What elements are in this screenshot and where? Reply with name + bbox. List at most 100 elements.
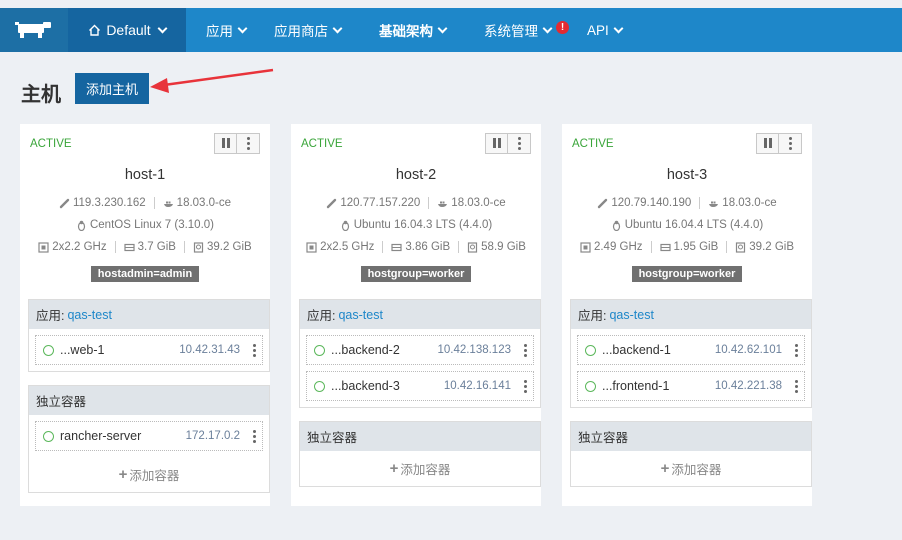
standalone-group-header: 独立容器 <box>300 422 540 451</box>
host-name[interactable]: host-2 <box>291 167 541 183</box>
host-menu-button[interactable] <box>508 133 531 154</box>
host-disk: 39.2 GiB <box>749 241 795 253</box>
container-menu-icon[interactable] <box>253 344 256 357</box>
container-status-icon <box>314 380 325 392</box>
linux-icon <box>77 220 86 231</box>
rancher-logo[interactable] <box>0 8 68 52</box>
container-menu-icon[interactable] <box>795 380 798 393</box>
chevron-down-icon <box>237 23 248 33</box>
stack-link[interactable]: qas-test <box>67 308 111 322</box>
add-container-button[interactable]: + 添加容器 <box>300 451 540 486</box>
docker-version: 18.03.0-ce <box>451 197 506 209</box>
host-cpu: 2x2.5 GHz <box>320 241 375 253</box>
container-menu-icon[interactable] <box>524 380 527 393</box>
stack-link[interactable]: qas-test <box>609 308 653 322</box>
pause-button[interactable] <box>485 133 508 154</box>
container-row[interactable]: ...backend-1 10.42.62.101 <box>577 335 805 365</box>
host-state: ACTIVE <box>30 138 72 150</box>
container-name: ...backend-2 <box>331 343 400 357</box>
host-menu-button[interactable] <box>779 133 802 154</box>
standalone-group-header: 独立容器 <box>29 386 269 415</box>
host-network-row: 119.3.230.162 18.03.0-ce <box>20 197 270 209</box>
container-row[interactable]: ...backend-3 10.42.16.141 <box>306 371 534 401</box>
page-title: 主机 <box>21 84 61 106</box>
container-status-icon <box>585 344 596 356</box>
memory-icon <box>124 243 135 251</box>
nav-item-label: 基础架构 <box>379 24 433 39</box>
alert-badge: ! <box>556 20 569 34</box>
host-state: ACTIVE <box>572 138 614 150</box>
add-container-button[interactable]: + 添加容器 <box>571 451 811 486</box>
container-menu-icon[interactable] <box>524 344 527 357</box>
container-status-icon <box>314 344 325 356</box>
host-name[interactable]: host-1 <box>20 167 270 183</box>
host-ip: 120.77.157.220 <box>340 197 421 209</box>
container-ip: 10.42.138.123 <box>437 344 511 356</box>
top-navigation: Default 应用 应用商店 基础架构 系统管理 ! API <box>0 8 902 52</box>
linux-icon <box>612 220 620 231</box>
host-label-tag: hostadmin=admin <box>90 266 200 282</box>
chevron-down-icon <box>542 23 553 33</box>
host-ram: 3.7 GiB <box>137 241 176 253</box>
nav-item-infrastructure[interactable]: 基础架构 <box>379 8 448 52</box>
host-ram: 3.86 GiB <box>405 241 451 253</box>
cpu-icon <box>38 241 49 253</box>
disk-icon <box>736 241 746 253</box>
container-row[interactable]: ...backend-2 10.42.138.123 <box>306 335 534 365</box>
host-resources-row: 2x2.5 GHz 3.86 GiB 58.9 GiB <box>291 241 541 253</box>
app-group-prefix: 应用: <box>36 309 65 323</box>
docker-icon <box>438 201 448 207</box>
plus-icon: + <box>118 466 128 483</box>
pause-button[interactable] <box>214 133 237 154</box>
nav-item-api[interactable]: API <box>587 8 624 52</box>
add-container-label: 添加容器 <box>129 469 180 483</box>
app-group-prefix: 应用: <box>578 309 607 323</box>
chevron-down-icon <box>332 23 343 33</box>
nav-item-apps[interactable]: 应用 <box>206 8 248 52</box>
add-container-button[interactable]: + 添加容器 <box>29 457 269 492</box>
docker-version: 18.03.0-ce <box>176 197 232 209</box>
host-actions <box>485 133 531 154</box>
standalone-group-header: 独立容器 <box>571 422 811 451</box>
home-icon <box>89 24 101 36</box>
nav-item-catalog[interactable]: 应用商店 <box>274 8 343 52</box>
disk-icon <box>468 241 478 253</box>
host-disk: 39.2 GiB <box>206 241 252 253</box>
host-menu-button[interactable] <box>237 133 260 154</box>
kebab-icon <box>517 137 521 150</box>
stack-link[interactable]: qas-test <box>338 308 382 322</box>
container-row[interactable]: ...web-1 10.42.31.43 <box>35 335 263 365</box>
environment-selector[interactable]: Default <box>68 8 186 52</box>
environment-name: Default <box>106 22 151 38</box>
app-group: 应用: qas-test ...web-1 10.42.31.43 <box>28 299 270 372</box>
nav-item-label: 应用商店 <box>274 24 328 39</box>
container-ip: 10.42.31.43 <box>179 344 240 356</box>
host-os: Ubuntu 16.04.3 LTS (4.4.0) <box>353 219 493 231</box>
host-cpu: 2x2.2 GHz <box>52 241 107 253</box>
pause-icon <box>492 137 502 151</box>
nav-item-admin[interactable]: 系统管理 ! <box>484 8 569 52</box>
link-icon <box>598 198 608 208</box>
app-group: 应用: qas-test ...backend-1 10.42.62.101 .… <box>570 299 812 408</box>
cpu-icon <box>580 241 591 253</box>
container-name: ...web-1 <box>60 343 105 357</box>
app-group-header: 应用: qas-test <box>29 300 269 329</box>
link-icon <box>59 198 70 208</box>
container-menu-icon[interactable] <box>795 344 798 357</box>
pause-button[interactable] <box>756 133 779 154</box>
standalone-group: 独立容器 rancher-server 172.17.0.2 + 添加容器 <box>28 385 270 493</box>
chevron-down-icon <box>157 23 168 33</box>
standalone-group: 独立容器 + 添加容器 <box>570 421 812 487</box>
container-menu-icon[interactable] <box>253 430 256 443</box>
host-resources-row: 2x2.2 GHz 3.7 GiB 39.2 GiB <box>20 241 270 253</box>
kebab-icon <box>788 137 792 150</box>
host-network-row: 120.77.157.220 18.03.0-ce <box>291 197 541 209</box>
add-host-button[interactable]: 添加主机 <box>75 73 149 104</box>
host-name[interactable]: host-3 <box>562 167 812 183</box>
app-group: 应用: qas-test ...backend-2 10.42.138.123 … <box>299 299 541 408</box>
container-row[interactable]: rancher-server 172.17.0.2 <box>35 421 263 451</box>
container-row[interactable]: ...frontend-1 10.42.221.38 <box>577 371 805 401</box>
nav-item-label: 应用 <box>206 24 233 39</box>
host-os-row: CentOS Linux 7 (3.10.0) <box>20 219 270 231</box>
container-name: rancher-server <box>60 429 142 443</box>
